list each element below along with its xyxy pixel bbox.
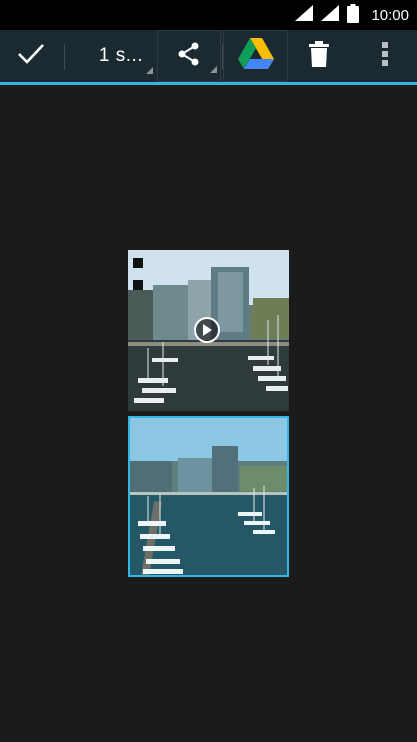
share-dropdown-indicator-icon — [210, 66, 217, 73]
status-icons: 10:00 — [295, 3, 409, 27]
harbor-photo — [128, 416, 289, 577]
signal-cellular-icon — [321, 5, 341, 25]
more-vert-icon — [381, 41, 389, 71]
share-icon — [176, 41, 202, 71]
delete-button[interactable] — [292, 30, 346, 82]
done-button[interactable] — [0, 30, 62, 82]
status-bar: 10:00 — [0, 0, 417, 30]
gallery-item-photo-selected[interactable] — [128, 416, 289, 577]
play-icon — [202, 321, 212, 340]
google-drive-button[interactable] — [223, 30, 288, 82]
action-bar: 1 s... — [0, 30, 417, 82]
filmstrip-mark — [133, 258, 143, 268]
check-icon — [17, 43, 45, 69]
selection-count-label: 1 s... — [98, 45, 144, 66]
signal-wifi-icon — [295, 5, 315, 25]
status-clock: 10:00 — [371, 6, 409, 24]
action-bar-divider — [64, 44, 65, 70]
overflow-menu-button[interactable] — [362, 30, 408, 82]
play-button[interactable] — [194, 317, 220, 343]
filmstrip-mark — [133, 280, 143, 290]
selection-dropdown[interactable]: 1 s... — [86, 30, 156, 82]
google-drive-icon — [237, 38, 274, 74]
action-bar-accent-line — [0, 82, 417, 85]
battery-icon — [347, 3, 360, 27]
dropdown-indicator-icon — [146, 67, 153, 74]
share-button[interactable] — [157, 30, 221, 82]
trash-icon — [309, 41, 329, 71]
